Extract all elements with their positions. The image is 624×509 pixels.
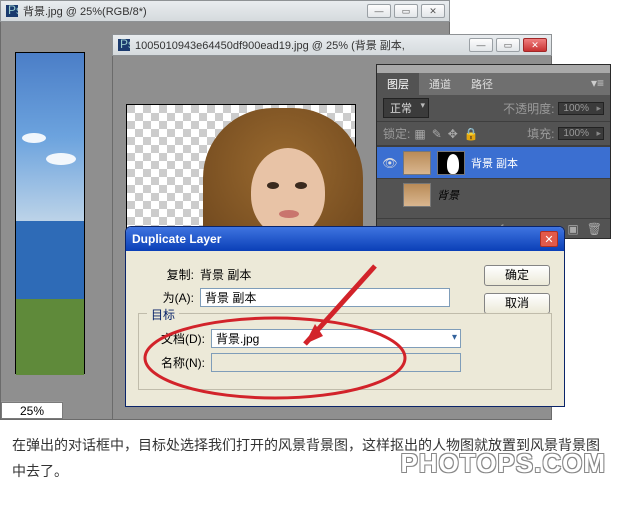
- opacity-input[interactable]: 100%: [558, 102, 604, 115]
- layer-row[interactable]: 👁 背景 副本: [377, 146, 610, 178]
- document-select[interactable]: 背景.jpg: [211, 329, 461, 348]
- document-label: 文档(D):: [149, 330, 205, 347]
- close-button[interactable]: ✕: [421, 4, 445, 18]
- duplicate-value: 背景 副本: [200, 266, 251, 283]
- lock-move-icon[interactable]: ✥: [448, 127, 458, 141]
- minimize-button[interactable]: —: [367, 4, 391, 18]
- tab-paths[interactable]: 路径: [461, 73, 503, 95]
- duplicate-label: 复制:: [138, 266, 194, 283]
- layer-name: 背景 副本: [471, 155, 518, 171]
- target-legend: 目标: [147, 306, 179, 323]
- layer-thumb: [403, 183, 431, 207]
- name-label: 名称(N):: [149, 354, 205, 371]
- name-input: [211, 353, 461, 372]
- cancel-button[interactable]: 取消: [484, 293, 550, 314]
- lock-transparent-icon[interactable]: ▦: [414, 127, 425, 141]
- window-titlebar-fg[interactable]: Ps 1005010943e64450df900ead19.jpg @ 25% …: [112, 34, 552, 56]
- watermark: PHOTOPS.COM: [400, 448, 606, 479]
- minimize-button[interactable]: —: [469, 38, 493, 52]
- window-title-bg: 背景.jpg @ 25%(RGB/8*): [23, 3, 367, 19]
- dialog-close-button[interactable]: ✕: [540, 231, 558, 247]
- fill-label: 填充:: [527, 125, 554, 142]
- dialog-titlebar[interactable]: Duplicate Layer ✕: [126, 227, 564, 251]
- zoom-input[interactable]: 25%: [1, 402, 63, 419]
- lock-paint-icon[interactable]: ✎: [432, 127, 442, 141]
- dialog-title: Duplicate Layer: [132, 232, 540, 246]
- ps-icon: Ps: [117, 38, 131, 52]
- layers-panel: 图层 通道 路径 ▾≡ 正常 不透明度: 100% 锁定: ▦ ✎ ✥ 🔒 填充…: [376, 64, 611, 239]
- duplicate-layer-dialog: Duplicate Layer ✕ 确定 取消 复制: 背景 副本 为(A): …: [125, 226, 565, 407]
- window-titlebar-bg[interactable]: Ps 背景.jpg @ 25%(RGB/8*) — ▭ ✕: [0, 0, 450, 22]
- trash-icon[interactable]: 🗑: [587, 222, 602, 236]
- new-layer-icon[interactable]: ▣: [567, 222, 578, 236]
- layer-thumb: [403, 151, 431, 175]
- layer-name: 背景: [437, 187, 459, 203]
- visibility-toggle[interactable]: [383, 188, 397, 202]
- tab-layers[interactable]: 图层: [377, 73, 419, 95]
- fill-input[interactable]: 100%: [558, 127, 604, 140]
- close-button[interactable]: ✕: [523, 38, 547, 52]
- target-fieldset: 目标 文档(D): 背景.jpg 名称(N):: [138, 313, 552, 390]
- layer-row[interactable]: 背景: [377, 178, 610, 210]
- as-input[interactable]: [200, 288, 450, 307]
- tab-channels[interactable]: 通道: [419, 73, 461, 95]
- svg-text:Ps: Ps: [8, 5, 18, 17]
- svg-text:Ps: Ps: [120, 39, 130, 51]
- lock-label: 锁定:: [383, 125, 410, 142]
- panel-menu-icon[interactable]: ▾≡: [585, 73, 610, 95]
- ps-icon: Ps: [5, 4, 19, 18]
- maximize-button[interactable]: ▭: [394, 4, 418, 18]
- opacity-label: 不透明度:: [503, 100, 554, 117]
- ok-button[interactable]: 确定: [484, 265, 550, 286]
- blend-mode-select[interactable]: 正常: [383, 98, 429, 118]
- bg-image-canvas: [15, 52, 85, 374]
- visibility-toggle[interactable]: 👁: [383, 156, 397, 170]
- maximize-button[interactable]: ▭: [496, 38, 520, 52]
- lock-all-icon[interactable]: 🔒: [464, 127, 479, 141]
- window-title-fg: 1005010943e64450df900ead19.jpg @ 25% (背景…: [135, 37, 469, 53]
- layer-mask-thumb: [437, 151, 465, 175]
- as-label: 为(A):: [138, 289, 194, 306]
